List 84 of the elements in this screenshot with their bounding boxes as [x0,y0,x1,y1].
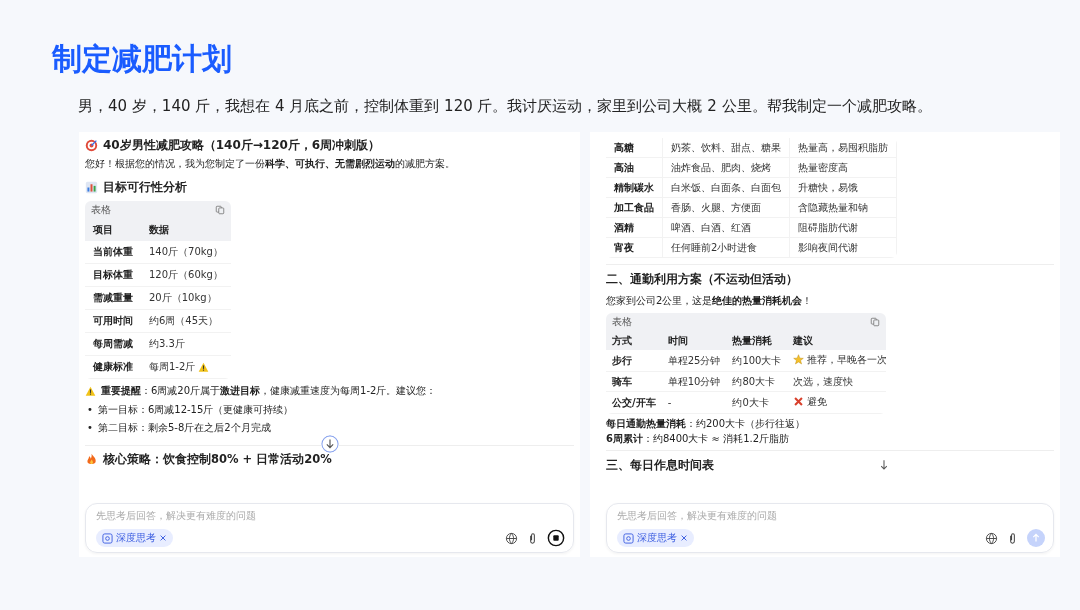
summary-text: 6周累计：约8400大卡 ≈ 消耗1.2斤脂肪 [606,432,790,446]
flame-icon [85,452,98,466]
copy-icon[interactable] [870,317,880,327]
deep-think-chip[interactable]: 深度思考 [617,529,694,547]
table-cell-text: 140斤（70kg） [149,245,223,259]
table-cell: 白米饭、白面条、白面包 [662,177,790,198]
table-cell-text: 单程25分钟 [667,354,721,368]
table-cell-text: 健康标准 [93,360,133,374]
input-placeholder: 先思考后回答，解决更有难度的问题 [96,509,257,523]
globe-icon[interactable] [985,531,998,545]
table-cell: 奶茶、饮料、甜点、糖果 [662,138,790,158]
bullet-marker: • [87,403,93,417]
scroll-down-icon[interactable] [320,435,339,453]
table-cell-text: 约100大卡 [732,354,782,368]
table-cell-text: 约3.3斤 [149,337,185,351]
table-cell: 热量密度高 [789,157,897,178]
atom-icon [623,532,634,544]
table-cell-text: 20斤（10kg） [149,291,217,305]
chat-input-field[interactable]: 先思考后回答，解决更有难度的问题 深度思考 [85,503,574,553]
table-cell-text: 每周需减 [93,337,133,351]
section-heading: 核心策略：饮食控制80% + 日常活动20% [103,451,332,468]
column-header: 项目 [85,219,141,241]
column-header: 热量消耗 [726,331,788,350]
deep-think-chip[interactable]: 深度思考 [96,529,173,547]
table-cell: 啤酒、白酒、红酒 [662,217,790,238]
intro-text: 您好！根据您的情况，我为您制定了一份科学、可执行、无需剧烈运动的减肥方案。 [85,157,455,171]
section-heading: 目标可行性分析 [103,179,187,196]
intro-text: 您家到公司2公里，这是绝佳的热量消耗机会！ [606,294,813,308]
table-cell-text: 需减重量 [93,291,133,305]
table-cell-text: 次选，速度快 [793,375,854,389]
globe-icon[interactable] [505,531,518,545]
summary-text: 每日通勤热量消耗：约200大卡（步行往返） [606,417,806,431]
notice-text: 重要提醒：6周减20斤属于激进目标，健康减重速度为每周1-2斤。建议您： [101,384,437,398]
table-cell-text: 单程10分钟 [667,375,721,389]
column-header: 建议 [787,331,886,350]
table-cell: 阻碍脂肪代谢 [789,217,897,238]
table-cell: 宵夜 [606,237,663,258]
target-icon [85,138,98,152]
column-header: 时间 [661,331,727,350]
table-cell-text: 骑车 [612,375,632,389]
table-cell: 升糖快，易饿 [789,177,897,198]
table-cell: 影响夜间代谢 [789,237,897,258]
table-cell: 高糖 [606,138,663,158]
table-cell: 油炸食品、肥肉、烧烤 [662,157,790,178]
section-heading: 二、通勤利用方案（不运动但活动） [606,271,798,288]
section-heading: 三、每日作息时间表 [606,457,714,474]
input-placeholder: 先思考后回答，解决更有难度的问题 [617,509,778,523]
stop-button[interactable] [547,529,565,547]
column-header: 数据 [141,219,231,241]
table-cell-text: 当前体重 [93,245,133,259]
bar-chart-icon [85,180,98,194]
table-cell: 高油 [606,157,663,178]
table-cell-text: 公交/开车 [612,396,656,410]
table-cell: 加工食品 [606,197,663,218]
table-cell-text: 每周1-2斤 [149,360,196,374]
table-cell: 热量高，易囤积脂肪 [789,138,897,158]
table-cell: 香肠、火腿、方便面 [662,197,790,218]
table-cell-text: 约0大卡 [732,396,769,410]
close-icon[interactable] [159,534,167,542]
table-cell-text: 约6周（45天） [149,314,219,328]
table-cell-text: 避免 [807,395,828,409]
table-cell-text: 约80大卡 [732,375,776,389]
table-cell: 精制碳水 [606,177,663,198]
chat-input-field[interactable]: 先思考后回答，解决更有难度的问题 深度思考 [606,503,1054,553]
table-cell-text: 可用时间 [93,314,133,328]
column-header: 方式 [606,331,662,350]
bullet-item: 第二目标：剩余5-8斤在之后2个月完成 [97,421,271,435]
bullet-marker: • [87,421,93,435]
close-icon[interactable] [680,534,688,542]
answer-title: 40岁男性减肥攻略（140斤→120斤，6周冲刺版） [103,137,381,154]
bullet-item: 第一目标：6周减12-15斤（更健康可持续） [97,403,294,417]
warning-icon [85,385,96,397]
table-cell-text: 目标体重 [93,268,133,282]
table-cell: 任何睡前2小时进食 [662,237,790,258]
atom-icon [102,532,113,544]
table-cell: 酒精 [606,217,663,238]
table-caption: 表格 [612,315,632,329]
table-cell-text: - [667,396,672,410]
slide-title: 制定减肥计划 [52,40,233,78]
table-cell-text: 120斤（60kg） [149,268,223,282]
table-cell-text: 步行 [612,354,632,368]
user-prompt: 男，40 岁，140 斤，我想在 4 月底之前，控制体重到 120 斤。我讨厌运动，家里到公司大概 2 公里。帮我制定一个减肥攻略。 [78,96,933,117]
table-cell: 含隐藏热量和钠 [789,197,897,218]
table-caption: 表格 [91,203,111,217]
